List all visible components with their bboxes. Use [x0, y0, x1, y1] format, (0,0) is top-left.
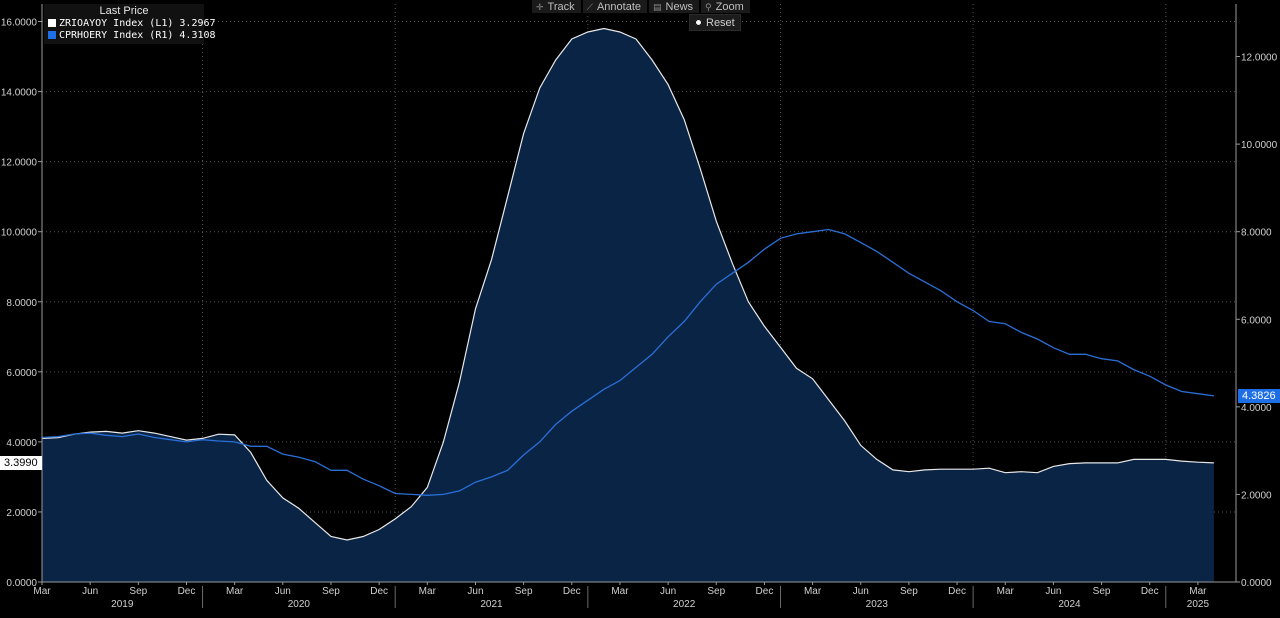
x-tick-label: Dec	[948, 586, 966, 597]
legend-header: Last Price	[99, 5, 149, 17]
right-tick-label: 12.0000	[1241, 53, 1278, 64]
zoom-button[interactable]: ⚲ Zoom	[701, 0, 750, 13]
x-tick-label: Dec	[756, 586, 774, 597]
magnifier-icon: ⚲	[705, 1, 712, 12]
legend-item-cprhoery[interactable]: CPRHOERY Index (R1) 4.3108	[44, 30, 216, 42]
track-button[interactable]: ✛ Track	[532, 0, 581, 13]
left-tick-label: 16.0000	[1, 18, 38, 29]
left-axis-ticks: 0.00002.00004.00006.00008.000010.000012.…	[1, 18, 42, 589]
x-tick-label: Mar	[226, 586, 244, 597]
reset-button[interactable]: Reset	[689, 14, 741, 31]
x-tick-label: Sep	[322, 586, 340, 597]
right-axis-ticks: 0.0000 2.0000 4.0000 6.0000 8.0000 10.0000 12.…	[1236, 53, 1278, 589]
x-tick-label: Mar	[33, 586, 51, 597]
year-label: 2023	[866, 599, 889, 610]
right-tick-label: 4.0000	[1241, 403, 1272, 414]
zrioayoy-area	[41, 27, 1214, 582]
x-tick-label: Jun	[660, 586, 676, 597]
legend-label: CPRHOERY Index (R1) 4.3108	[59, 30, 216, 41]
x-tick-label: Jun	[1045, 586, 1061, 597]
right-tick-label: 8.0000	[1241, 228, 1272, 239]
news-label: News	[665, 0, 694, 13]
year-label: 2024	[1058, 599, 1081, 610]
legend-item-zrioayoy[interactable]: ZRIOAYOY Index (L1) 3.2967	[44, 18, 216, 30]
x-tick-label: Mar	[419, 586, 437, 597]
right-tick-label: 10.0000	[1241, 140, 1278, 151]
news-button[interactable]: ▤ News	[649, 0, 700, 13]
x-tick-label: Mar	[997, 586, 1015, 597]
left-tick-label: 4.0000	[6, 438, 37, 449]
legend: Last Price ZRIOAYOY Index (L1) 3.2967 CP…	[44, 4, 216, 44]
x-tick-label: Dec	[178, 586, 196, 597]
legend-swatch-white	[48, 19, 56, 27]
x-tick-label: Sep	[707, 586, 725, 597]
legend-swatch-blue	[48, 31, 56, 39]
annotate-button[interactable]: ⟋ Annotate	[582, 0, 647, 13]
x-tick-label: Sep	[129, 586, 147, 597]
x-tick-label: Jun	[467, 586, 483, 597]
reset-icon	[695, 19, 702, 26]
chart-toolbar: ✛ Track ⟋ Annotate ▤ News ⚲ Zoom	[532, 0, 750, 13]
x-tick-label: Jun	[853, 586, 869, 597]
last-value-left: 3.3990	[0, 455, 42, 470]
x-axis-ticks: Mar Jun Sep Dec Mar Jun Sep Dec Mar Jun Sep Dec Mar J…	[33, 582, 1209, 610]
year-label: 2022	[673, 599, 696, 610]
last-value-right: 4.3826	[1238, 388, 1280, 403]
x-tick-label: Mar	[611, 586, 629, 597]
x-tick-label: Sep	[515, 586, 533, 597]
legend-label: ZRIOAYOY Index (L1) 3.2967	[59, 18, 216, 29]
year-label: 2021	[480, 599, 503, 610]
reset-label: Reset	[706, 16, 735, 29]
annotate-label: Annotate	[596, 0, 641, 13]
crosshair-icon: ✛	[536, 1, 544, 12]
right-tick-label: 2.0000	[1241, 490, 1272, 501]
zrioayoy-area-fill	[42, 28, 1214, 582]
right-tick-label: 0.0000	[1241, 578, 1272, 589]
year-label: 2019	[111, 599, 134, 610]
right-tick-label: 6.0000	[1241, 315, 1272, 326]
year-label: 2020	[288, 599, 311, 610]
x-tick-label: Jun	[275, 586, 291, 597]
x-tick-label: Mar	[1189, 586, 1207, 597]
left-tick-label: 12.0000	[1, 158, 38, 169]
zoom-label: Zoom	[715, 0, 744, 13]
left-tick-label: 8.0000	[6, 298, 37, 309]
left-tick-label: 6.0000	[6, 368, 37, 379]
chart-area: 0.0000 2.0000 4.0000 6.0000 8.0000 10.0000 12.…	[1, 4, 1278, 610]
x-tick-label: Dec	[370, 586, 388, 597]
x-tick-label: Dec	[1141, 586, 1159, 597]
x-tick-label: Jun	[82, 586, 98, 597]
x-tick-label: Sep	[1093, 586, 1111, 597]
x-tick-label: Sep	[900, 586, 918, 597]
year-label: 2025	[1187, 599, 1210, 610]
track-label: Track	[547, 0, 575, 13]
left-tick-label: 10.0000	[1, 228, 38, 239]
news-icon: ▤	[653, 1, 662, 12]
pencil-icon: ⟋	[586, 1, 593, 12]
x-tick-label: Mar	[804, 586, 822, 597]
x-tick-label: Dec	[563, 586, 581, 597]
left-tick-label: 2.0000	[6, 508, 37, 519]
left-tick-label: 14.0000	[1, 88, 38, 99]
